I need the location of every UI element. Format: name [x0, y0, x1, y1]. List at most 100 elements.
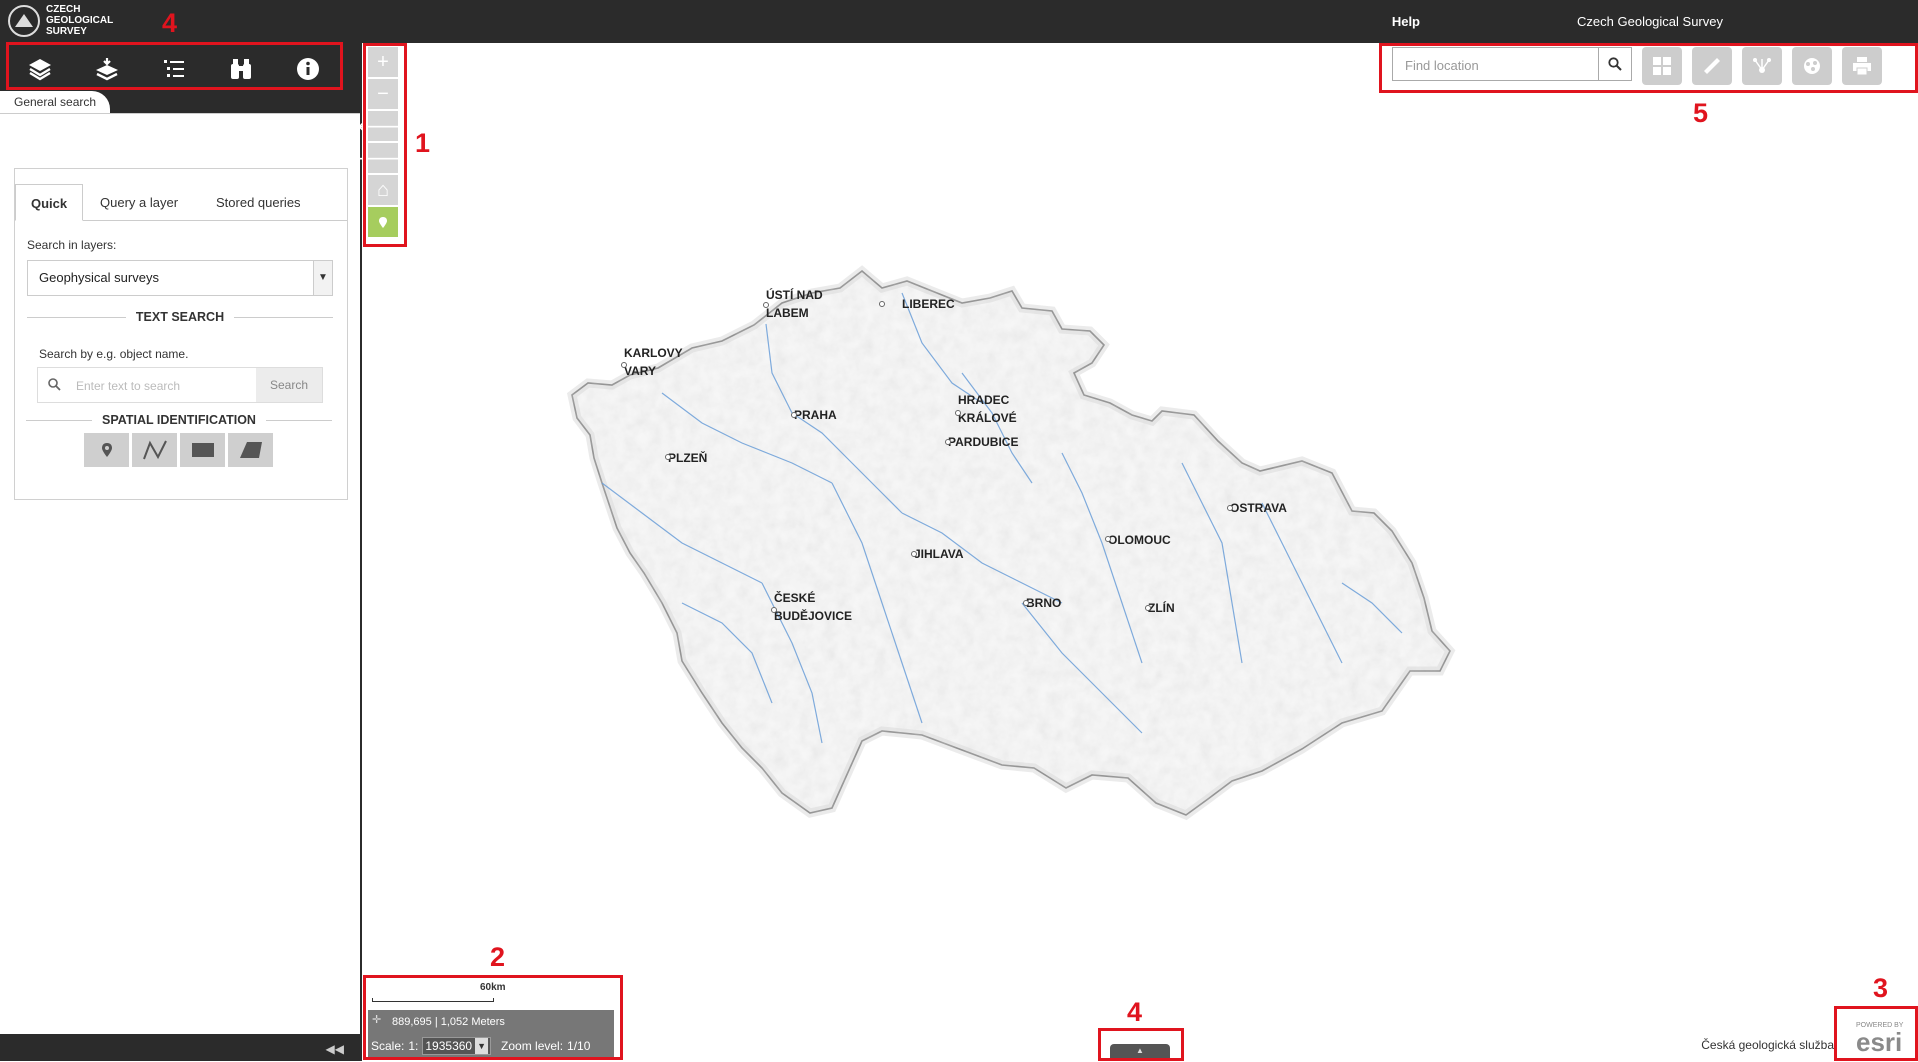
text-search-heading: TEXT SEARCH — [27, 307, 334, 327]
coordinate-box: ✛ 889,695 | 1,052 Meters Scale: 1: 19353… — [368, 1010, 614, 1058]
zoom-level-value: 1/10 — [567, 1039, 591, 1053]
rectangle-tool-button[interactable] — [180, 433, 225, 467]
analysis-button[interactable] — [1792, 47, 1832, 85]
city-dot — [945, 439, 951, 445]
search-icon — [48, 378, 61, 391]
home-button[interactable]: ⌂ — [368, 175, 398, 205]
basemap-gallery-button[interactable] — [1642, 47, 1682, 85]
search-icon — [1608, 57, 1622, 71]
map-tools — [1642, 47, 1882, 85]
divider — [265, 419, 332, 421]
locate-icon — [379, 216, 387, 228]
spatial-heading: SPATIAL IDENTIFICATION — [26, 410, 332, 430]
legend-icon[interactable] — [156, 51, 192, 87]
chevron-down-icon[interactable]: ▼ — [313, 261, 332, 295]
city-dot — [665, 454, 671, 460]
layers-icon[interactable] — [22, 51, 58, 87]
point-icon — [101, 443, 112, 457]
basemap-icon[interactable] — [89, 51, 125, 87]
measure-icon — [1704, 58, 1720, 74]
scale-label: Scale: — [371, 1039, 405, 1053]
layer-select[interactable]: Geophysical surveys ▼ — [27, 260, 333, 296]
analysis-icon — [1804, 58, 1820, 74]
scale-value: 1935360 — [425, 1039, 473, 1053]
annotation-number: 4 — [162, 8, 178, 38]
zoom-controls: + − 🡐 🡒 ⌂ — [356, 47, 410, 237]
point-tool-button[interactable] — [84, 433, 129, 467]
esri-logo[interactable]: POWERED BY esri — [1850, 1017, 1910, 1057]
scale-row: Scale: 1: 1935360 ▼ Zoom level: 1/10 — [371, 1037, 590, 1055]
share-icon — [1753, 58, 1771, 73]
city-dot — [763, 302, 769, 308]
tab-stored-queries[interactable]: Stored queries — [201, 184, 316, 219]
annotation-number: 4 — [1127, 997, 1143, 1027]
annotation-number: 3 — [1873, 973, 1889, 1003]
city-dot — [879, 301, 885, 307]
rectangle-icon — [191, 443, 214, 457]
crosshair-icon: ✛ — [372, 1014, 382, 1026]
search-tabs: Quick Query a layer Stored queries — [15, 184, 347, 221]
tab-quick[interactable]: Quick — [15, 184, 84, 221]
text-search-title: TEXT SEARCH — [135, 310, 225, 324]
panel-footer: ◀◀ — [0, 1037, 362, 1061]
expand-bottom-panel-button[interactable]: ▲ — [1110, 1044, 1170, 1058]
city-dot — [1105, 536, 1111, 542]
text-search-field: Search — [37, 367, 323, 403]
forward-button[interactable]: 🡒 — [356, 143, 410, 173]
city-dot — [955, 410, 961, 416]
polyline-icon — [142, 440, 167, 460]
collapse-panel-icon[interactable]: ◀◀ — [326, 1042, 344, 1056]
binoculars-icon[interactable] — [223, 51, 259, 87]
zoom-in-button[interactable]: + — [368, 47, 398, 77]
city-dot — [1023, 600, 1029, 606]
logo-text: CZECH GEOLOGICAL SURVEY — [46, 4, 114, 37]
scalebar-line — [372, 998, 494, 1002]
zoom-level-label: Zoom level: — [501, 1039, 564, 1053]
share-button[interactable] — [1742, 47, 1782, 85]
chevron-down-icon[interactable]: ▼ — [475, 1038, 489, 1054]
annotation-number: 2 — [490, 942, 506, 972]
scalebar-label: 60km — [480, 982, 506, 993]
city-dot — [621, 362, 627, 368]
basemap-gallery-icon — [1653, 57, 1671, 75]
print-icon — [1853, 57, 1871, 76]
city-dot — [911, 551, 917, 557]
find-location-input[interactable] — [1403, 54, 1587, 76]
text-search-input[interactable] — [74, 375, 218, 397]
coordinate-readout: 889,695 | 1,052 Meters — [392, 1016, 505, 1028]
find-location-field — [1392, 47, 1632, 81]
layer-select-value: Geophysical surveys — [39, 270, 159, 285]
help-link[interactable]: Help — [1392, 14, 1420, 29]
text-search-hint: Search by e.g. object name. — [39, 347, 189, 361]
city-dot — [1145, 605, 1151, 611]
top-header: CZECH GEOLOGICAL SURVEY Help Czech Geolo… — [0, 0, 1918, 43]
map-area[interactable]: ÚSTÍ NAD LABEM LIBEREC KARLOVY VARY PRAH… — [356, 43, 1918, 1061]
tab-query-a-layer[interactable]: Query a layer — [85, 184, 193, 219]
search-panel-body: Quick Query a layer Stored queries Searc… — [0, 113, 360, 1034]
search-button[interactable]: Search — [256, 368, 322, 402]
scale-ratio-prefix: 1: — [408, 1039, 419, 1053]
measure-button[interactable] — [1692, 47, 1732, 85]
spatial-title: SPATIAL IDENTIFICATION — [102, 413, 256, 427]
locate-button[interactable] — [368, 207, 398, 237]
map-attribution: Česká geologická služba — [1701, 1038, 1834, 1052]
city-dot — [1227, 505, 1233, 511]
general-search-tab[interactable]: General search — [0, 91, 111, 113]
annotation-number: 1 — [415, 128, 431, 158]
panel-toolbar — [6, 47, 342, 91]
city-dot — [791, 412, 797, 418]
zoom-out-button[interactable]: − — [368, 79, 398, 109]
svg-text:esri: esri — [1856, 1027, 1902, 1057]
organization-link[interactable]: Czech Geological Survey — [1577, 14, 1723, 29]
search-in-layers-label: Search in layers: — [27, 238, 117, 252]
scale-select[interactable]: 1935360 ▼ — [422, 1037, 492, 1055]
print-button[interactable] — [1842, 47, 1882, 85]
info-icon[interactable] — [290, 51, 326, 87]
back-button[interactable]: 🡐 — [356, 111, 410, 141]
divider — [234, 316, 334, 318]
cgs-logo[interactable]: CZECH GEOLOGICAL SURVEY — [8, 4, 116, 37]
divider — [27, 316, 126, 318]
polygon-tool-button[interactable] — [228, 433, 273, 467]
polyline-tool-button[interactable] — [132, 433, 177, 467]
find-location-search-button[interactable] — [1598, 48, 1631, 80]
